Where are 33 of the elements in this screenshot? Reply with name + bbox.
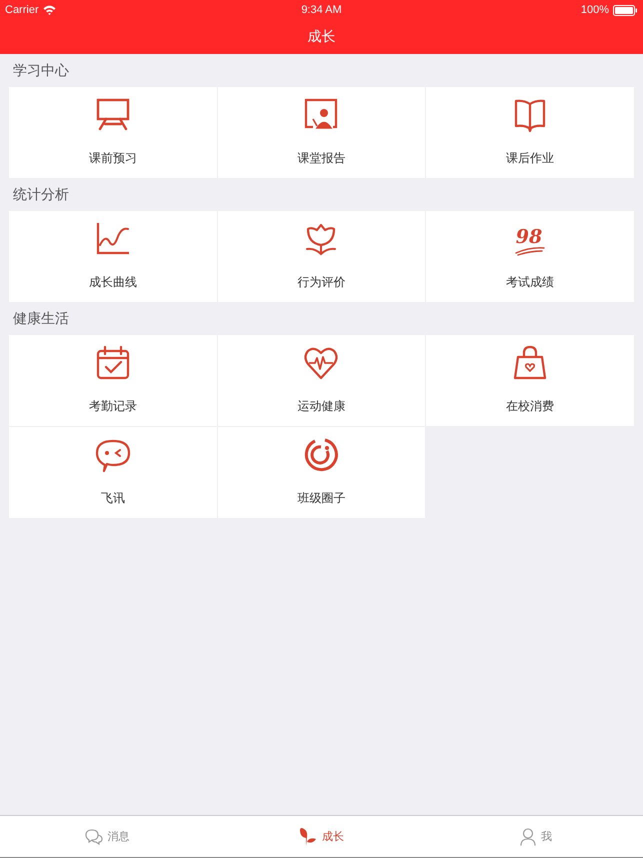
feature-tile[interactable]: 在校消费 (426, 335, 634, 426)
tab-item[interactable]: 成长 (214, 816, 429, 857)
carrier-text: Carrier (5, 4, 39, 16)
battery-percent: 100% (580, 4, 609, 16)
chat-icon (84, 828, 103, 844)
heartbeat-icon (303, 345, 340, 381)
feature-tile[interactable]: 班级圈子 (218, 427, 426, 518)
leaf-icon (298, 826, 317, 846)
tab-item[interactable]: 消息 (0, 816, 214, 857)
feature-tile[interactable]: 行为评价 (218, 211, 426, 302)
feature-tile[interactable]: 98 考试成绩 (426, 211, 634, 302)
shopping-bag-icon (512, 345, 548, 381)
calendar-check-icon (94, 345, 131, 381)
section-title: 健康生活 (13, 310, 69, 328)
feature-tile[interactable]: 课前预习 (9, 87, 217, 178)
nav-title: 成长 (308, 28, 336, 46)
section-title: 统计分析 (13, 186, 69, 204)
feature-tile[interactable]: 成长曲线 (9, 211, 217, 302)
section-title: 学习中心 (13, 62, 69, 80)
feature-tile[interactable]: 考勤记录 (9, 335, 217, 426)
feature-tile[interactable]: 课后作业 (426, 87, 634, 178)
easel-icon (94, 97, 131, 133)
clock-text: 9:34 AM (301, 4, 342, 16)
person-icon (520, 828, 536, 846)
feature-tile[interactable]: 课堂报告 (218, 87, 426, 178)
chat-bubble-icon (94, 437, 131, 473)
wifi-icon (42, 5, 56, 15)
battery-icon (612, 4, 638, 16)
line-chart-icon (94, 221, 131, 257)
feature-tile[interactable]: 飞讯 (9, 427, 217, 518)
ring-icon (303, 437, 340, 473)
tab-item[interactable]: 我 (428, 816, 643, 857)
feature-tile[interactable]: 运动健康 (218, 335, 426, 426)
